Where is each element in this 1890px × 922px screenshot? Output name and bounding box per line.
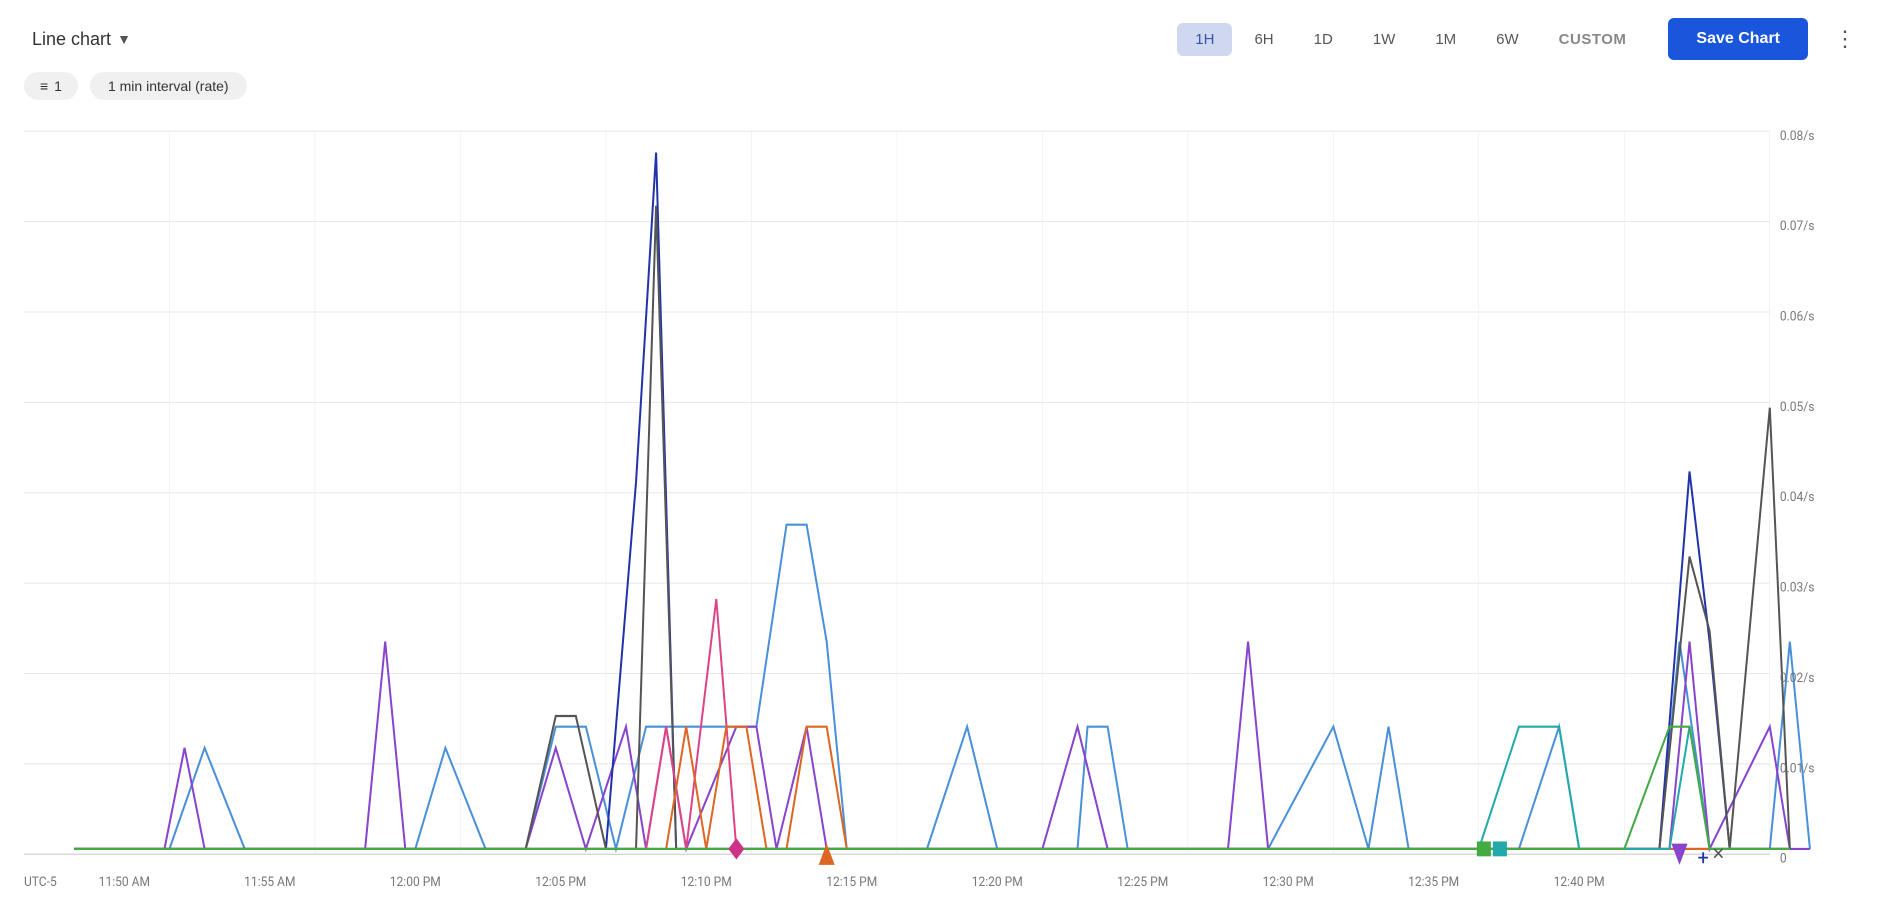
chart-area: + ✕ 0.08/s 0.07/s 0.06/s 0.05/s 0.04/s 0… bbox=[0, 110, 1890, 918]
x-label-1200: 12:00 PM bbox=[390, 875, 441, 890]
x-label-1225: 12:25 PM bbox=[1117, 875, 1168, 890]
time-controls: 1H 6H 1D 1W 1M 6W CUSTOM bbox=[1177, 23, 1644, 56]
time-button-1h[interactable]: 1H bbox=[1177, 23, 1232, 56]
y-label-3: 0.05/s bbox=[1780, 400, 1815, 415]
x-label-utc: UTC-5 bbox=[24, 875, 57, 890]
y-label-7: 0.01/s bbox=[1780, 761, 1815, 776]
interval-button[interactable]: 1 min interval (rate) bbox=[90, 72, 247, 100]
filter-button[interactable]: ≡ 1 bbox=[24, 72, 78, 100]
chevron-down-icon: ▼ bbox=[117, 31, 131, 47]
more-options-button[interactable]: ⋮ bbox=[1824, 22, 1866, 56]
y-label-5: 0.03/s bbox=[1780, 580, 1815, 595]
square-marker-teal bbox=[1493, 841, 1507, 856]
chart-svg: + ✕ 0.08/s 0.07/s 0.06/s 0.05/s 0.04/s 0… bbox=[24, 110, 1830, 918]
x-label-1235: 12:35 PM bbox=[1408, 875, 1459, 890]
x-label-1150: 11:50 AM bbox=[99, 875, 150, 890]
x-label-1210: 12:10 PM bbox=[681, 875, 732, 890]
time-button-1w[interactable]: 1W bbox=[1355, 23, 1414, 56]
sub-header: ≡ 1 1 min interval (rate) bbox=[0, 72, 1890, 110]
y-label-1: 0.07/s bbox=[1780, 219, 1815, 234]
diamond-marker bbox=[728, 838, 744, 859]
x-label-1205: 12:05 PM bbox=[535, 875, 586, 890]
filter-icon: ≡ bbox=[40, 78, 48, 94]
x-label-1220: 12:20 PM bbox=[972, 875, 1023, 890]
x-label-1155: 11:55 AM bbox=[244, 875, 295, 890]
y-label-0: 0.08/s bbox=[1780, 128, 1815, 143]
x-marker: ✕ bbox=[1712, 845, 1725, 865]
y-label-2: 0.06/s bbox=[1780, 309, 1815, 324]
square-marker-green bbox=[1477, 841, 1491, 856]
y-label-6: 0.02/s bbox=[1780, 671, 1815, 686]
x-label-1215: 12:15 PM bbox=[826, 875, 877, 890]
plus-marker: + bbox=[1698, 846, 1709, 871]
y-label-4: 0.04/s bbox=[1780, 490, 1815, 505]
time-button-custom[interactable]: CUSTOM bbox=[1541, 23, 1645, 56]
filter-count: 1 bbox=[54, 78, 62, 94]
chart-type-button[interactable]: Line chart ▼ bbox=[24, 25, 139, 54]
time-button-6h[interactable]: 6H bbox=[1236, 23, 1291, 56]
save-chart-button[interactable]: Save Chart bbox=[1668, 18, 1808, 60]
y-label-8: 0 bbox=[1780, 851, 1787, 866]
time-button-1d[interactable]: 1D bbox=[1296, 23, 1351, 56]
x-label-1230: 12:30 PM bbox=[1263, 875, 1314, 890]
time-button-6w[interactable]: 6W bbox=[1478, 23, 1537, 56]
chart-type-label: Line chart bbox=[32, 29, 111, 50]
x-label-1240: 12:40 PM bbox=[1554, 875, 1605, 890]
time-button-1m[interactable]: 1M bbox=[1417, 23, 1474, 56]
header: Line chart ▼ 1H 6H 1D 1W 1M 6W CUSTOM Sa… bbox=[0, 0, 1890, 72]
